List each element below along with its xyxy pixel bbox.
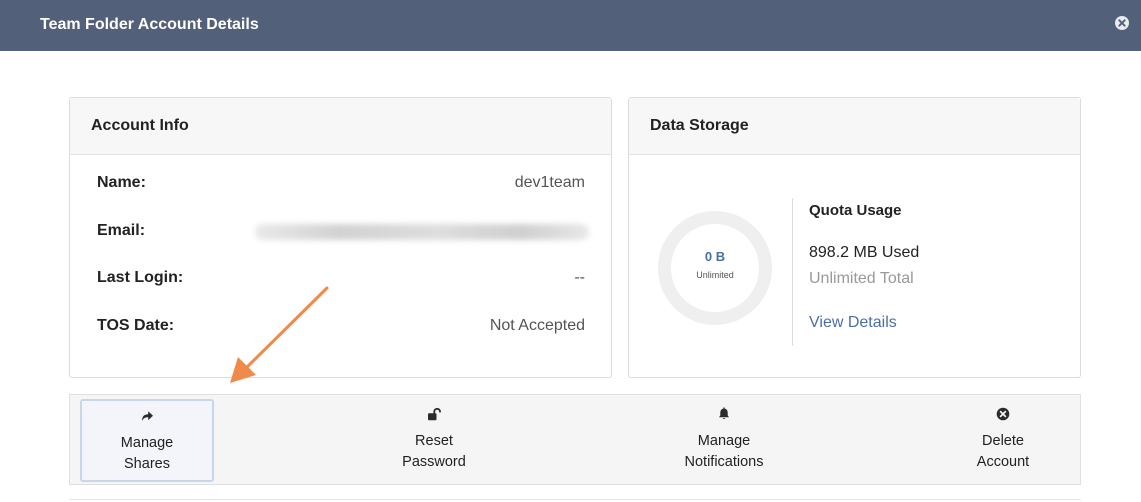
quota-used-value: 898.2 MB Used	[809, 244, 920, 261]
reset-password-line2: Password	[402, 454, 466, 470]
reset-password-button[interactable]: Reset Password	[364, 399, 504, 482]
donut-amount: 0 B	[704, 249, 726, 264]
action-bar: Manage Shares Reset Password Manage Noti…	[69, 394, 1081, 485]
manage-notifications-label: Manage Notifications	[644, 431, 804, 473]
last-login-value: --	[574, 269, 585, 286]
quota-donut-chart: 0 B Unlimited	[658, 211, 772, 325]
manage-shares-label: Manage Shares	[82, 433, 212, 475]
email-row: Email:	[70, 222, 611, 244]
account-info-panel: Account Info Name: dev1team Email: Last …	[69, 97, 612, 378]
data-storage-body: 0 B Unlimited Quota Usage 898.2 MB Used …	[629, 156, 1080, 378]
delete-account-button[interactable]: Delete Account	[943, 399, 1063, 482]
manage-notifications-line1: Manage	[697, 433, 751, 449]
manage-shares-button[interactable]: Manage Shares	[80, 399, 214, 482]
email-value-redacted	[255, 224, 589, 240]
last-login-label: Last Login:	[97, 269, 184, 286]
unlock-icon	[428, 407, 441, 421]
reset-password-label: Reset Password	[364, 431, 504, 473]
close-circle-icon	[996, 407, 1010, 421]
reset-password-line1: Reset	[415, 433, 453, 449]
name-label: Name:	[97, 174, 146, 191]
dialog-title: Team Folder Account Details	[40, 16, 259, 33]
share-arrow-icon	[142, 411, 153, 421]
bottom-divider	[69, 499, 1081, 500]
data-storage-heading: Data Storage	[629, 98, 1080, 155]
manage-shares-line2: Shares	[124, 456, 170, 472]
account-info-heading: Account Info	[70, 98, 611, 155]
manage-notifications-line2: Notifications	[684, 454, 764, 470]
name-row: Name: dev1team	[70, 174, 611, 196]
delete-account-label: Delete Account	[943, 431, 1063, 473]
close-icon[interactable]	[1114, 15, 1130, 31]
donut-subtitle: Unlimited	[696, 270, 734, 280]
email-label: Email:	[97, 222, 146, 239]
manage-notifications-button[interactable]: Manage Notifications	[644, 399, 804, 482]
view-details-link[interactable]: View Details	[809, 314, 897, 332]
bell-icon	[719, 407, 729, 420]
tos-date-row: TOS Date: Not Accepted	[70, 317, 611, 339]
delete-account-line2: Account	[976, 454, 1030, 470]
divider	[792, 198, 793, 346]
delete-account-line1: Delete	[982, 433, 1024, 449]
name-value: dev1team	[514, 174, 585, 191]
data-storage-panel: Data Storage 0 B Unlimited Quota Usage 8…	[628, 97, 1081, 378]
quota-total-value: Unlimited Total	[809, 270, 914, 287]
quota-usage-title: Quota Usage	[809, 202, 902, 219]
dialog-titlebar: Team Folder Account Details	[0, 0, 1141, 51]
manage-shares-line1: Manage	[120, 435, 174, 451]
tos-date-label: TOS Date:	[97, 317, 175, 334]
tos-date-value: Not Accepted	[489, 317, 585, 334]
last-login-row: Last Login: --	[70, 269, 611, 291]
